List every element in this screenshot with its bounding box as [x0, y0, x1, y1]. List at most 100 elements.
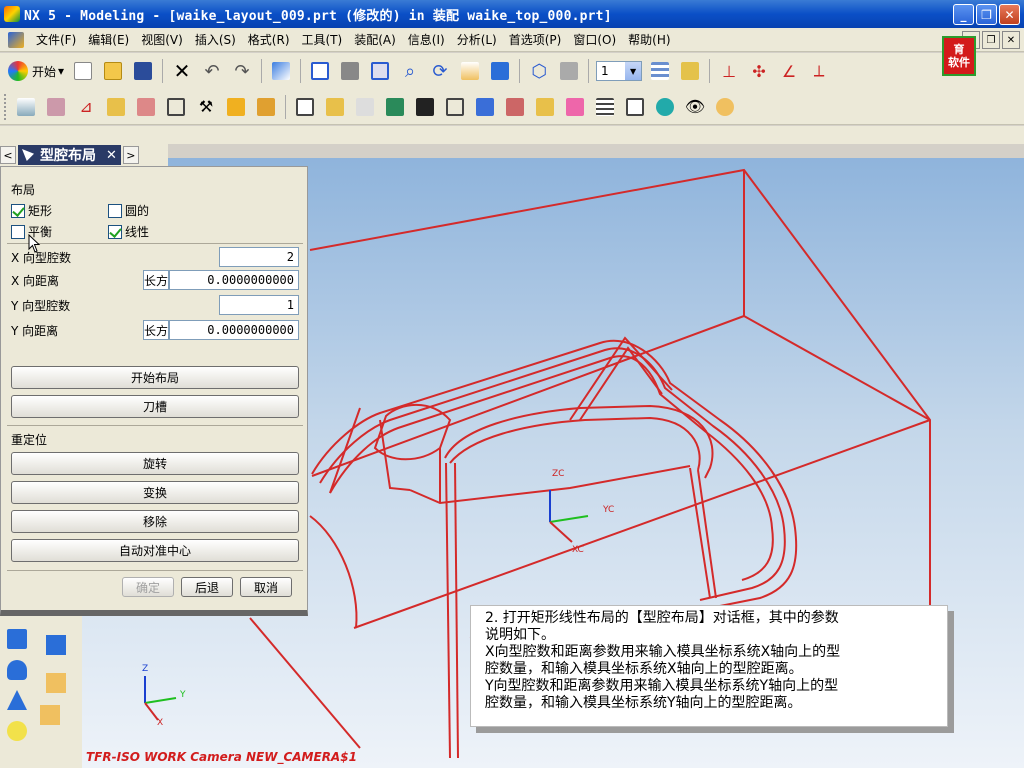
wcs-icon: ⊥	[722, 61, 737, 81]
redo-button[interactable]: ↷	[230, 59, 254, 83]
mold-tools-button[interactable]: ⚒	[194, 95, 218, 119]
x-count-input[interactable]: 2	[219, 247, 299, 267]
back-button[interactable]: 后退	[181, 577, 233, 597]
cooling-button[interactable]	[473, 95, 497, 119]
ok-button[interactable]: 确定	[122, 577, 174, 597]
menu-insert[interactable]: 插入(S)	[189, 29, 242, 51]
delete-button[interactable]: ✕	[170, 59, 194, 83]
callout-line: Y向型腔数和距离参数用来输入模具坐标系统Y轴向上的型	[485, 678, 839, 694]
mouse-cursor-icon	[28, 234, 41, 253]
start-layout-button[interactable]: 开始布局	[11, 366, 299, 389]
x-dist-unit[interactable]: 长方	[143, 270, 169, 290]
doc-restore-button[interactable]: ❐	[982, 31, 1000, 49]
slider-button[interactable]	[353, 95, 377, 119]
dialog-close-button[interactable]: ✕	[106, 148, 117, 163]
menu-help[interactable]: 帮助(H)	[622, 29, 676, 51]
sphere-icon[interactable]	[7, 721, 27, 741]
dialog-next-button[interactable]: >	[122, 146, 139, 164]
menu-info[interactable]: 信息(I)	[402, 29, 451, 51]
menu-file[interactable]: 文件(F)	[30, 29, 82, 51]
mold-csys-button[interactable]: ⊿	[74, 95, 98, 119]
rect-checkbox[interactable]: 矩形	[11, 202, 52, 219]
subinsert-button[interactable]	[383, 95, 407, 119]
redo-icon: ↷	[234, 60, 250, 82]
cavity-layout-button[interactable]	[164, 95, 188, 119]
render-style-button[interactable]	[557, 59, 581, 83]
cylinder-icon[interactable]	[7, 660, 27, 680]
runner-button[interactable]	[443, 95, 467, 119]
linear-checkbox[interactable]: 线性	[108, 223, 149, 240]
new-file-button[interactable]	[71, 59, 95, 83]
family-mold-button[interactable]	[44, 95, 68, 119]
block-icon[interactable]	[46, 673, 66, 693]
wcs-origin-button[interactable]: ✣	[747, 59, 771, 83]
menu-format[interactable]: 格式(R)	[242, 29, 296, 51]
ejector-button[interactable]	[323, 95, 347, 119]
undo-button[interactable]: ↶	[200, 59, 224, 83]
doc-close-button[interactable]: ✕	[1002, 31, 1020, 49]
workpiece-button[interactable]	[134, 95, 158, 119]
menu-window[interactable]: 窗口(O)	[567, 29, 622, 51]
minimize-button[interactable]: _	[953, 4, 974, 25]
menu-view[interactable]: 视图(V)	[135, 29, 189, 51]
save-button[interactable]	[131, 59, 155, 83]
wcs-button[interactable]: ⊥	[717, 59, 741, 83]
close-button[interactable]: ✕	[999, 4, 1020, 25]
cancel-button[interactable]: 取消	[240, 577, 292, 597]
shaded-button[interactable]	[338, 59, 362, 83]
bom-button[interactable]	[593, 95, 617, 119]
remove-button[interactable]: 移除	[11, 510, 299, 533]
part-edge	[579, 346, 663, 421]
work-layer-select[interactable]: 1 ▼	[596, 61, 643, 81]
parting-button[interactable]	[224, 95, 248, 119]
wireframe-button[interactable]: ⬡	[527, 59, 551, 83]
pan-button[interactable]	[458, 59, 482, 83]
extrude-icon[interactable]	[40, 705, 60, 725]
x-dist-input[interactable]: 0.0000000000	[169, 270, 299, 290]
open-folder-button[interactable]	[101, 59, 125, 83]
rotate-button[interactable]: 旋转	[11, 452, 299, 475]
start-button[interactable]: 开始 ▾	[4, 61, 68, 81]
y-count-input[interactable]: 1	[219, 295, 299, 315]
menu-tools[interactable]: 工具(T)	[296, 29, 349, 51]
work-layer-value: 1	[601, 64, 609, 78]
fit-button[interactable]	[308, 59, 332, 83]
menu-assembly[interactable]: 装配(A)	[348, 29, 402, 51]
y-dist-input[interactable]: 0.0000000000	[169, 320, 299, 340]
project-init-button[interactable]	[14, 95, 38, 119]
zoom-window-button[interactable]	[368, 59, 392, 83]
rotate-button[interactable]: ⟳	[428, 59, 452, 83]
removal-button[interactable]	[713, 95, 737, 119]
drawing-button[interactable]	[623, 95, 647, 119]
cube-alt-icon[interactable]	[46, 635, 66, 655]
sphere-button[interactable]	[653, 95, 677, 119]
moldbase-button[interactable]	[254, 95, 278, 119]
cone-icon[interactable]	[7, 690, 27, 710]
menu-bar: 文件(F) 编辑(E) 视图(V) 插入(S) 格式(R) 工具(T) 装配(A…	[0, 28, 1024, 52]
transform-button[interactable]: 变换	[11, 481, 299, 504]
wcs-orient-button[interactable]: ⟂	[807, 59, 831, 83]
standard-part-button[interactable]	[293, 95, 317, 119]
shrinkage-button[interactable]	[104, 95, 128, 119]
cube-icon[interactable]	[7, 629, 27, 649]
menu-edit[interactable]: 编辑(E)	[82, 29, 135, 51]
menu-analysis[interactable]: 分析(L)	[451, 29, 503, 51]
view-manager-button[interactable]: 👁	[683, 95, 707, 119]
view-3d-button[interactable]	[488, 59, 512, 83]
electrode-button[interactable]	[503, 95, 527, 119]
gate-button[interactable]	[413, 95, 437, 119]
zoom-button[interactable]: ⌕	[398, 59, 422, 83]
pocket-button[interactable]	[563, 95, 587, 119]
dialog-prev-button[interactable]: <	[0, 146, 16, 164]
restore-button[interactable]: ❐	[976, 4, 997, 25]
trim-button[interactable]	[533, 95, 557, 119]
circle-checkbox[interactable]: 圆的	[108, 202, 149, 219]
move-to-layer-button[interactable]	[678, 59, 702, 83]
layer-settings-button[interactable]	[648, 59, 672, 83]
auto-center-button[interactable]: 自动对准中心	[11, 539, 299, 562]
menu-preferences[interactable]: 首选项(P)	[503, 29, 568, 51]
select-filter-button[interactable]	[269, 59, 293, 83]
wcs-rotate-button[interactable]: ∠	[777, 59, 801, 83]
y-dist-unit[interactable]: 长方	[143, 320, 169, 340]
slot-button[interactable]: 刀槽	[11, 395, 299, 418]
